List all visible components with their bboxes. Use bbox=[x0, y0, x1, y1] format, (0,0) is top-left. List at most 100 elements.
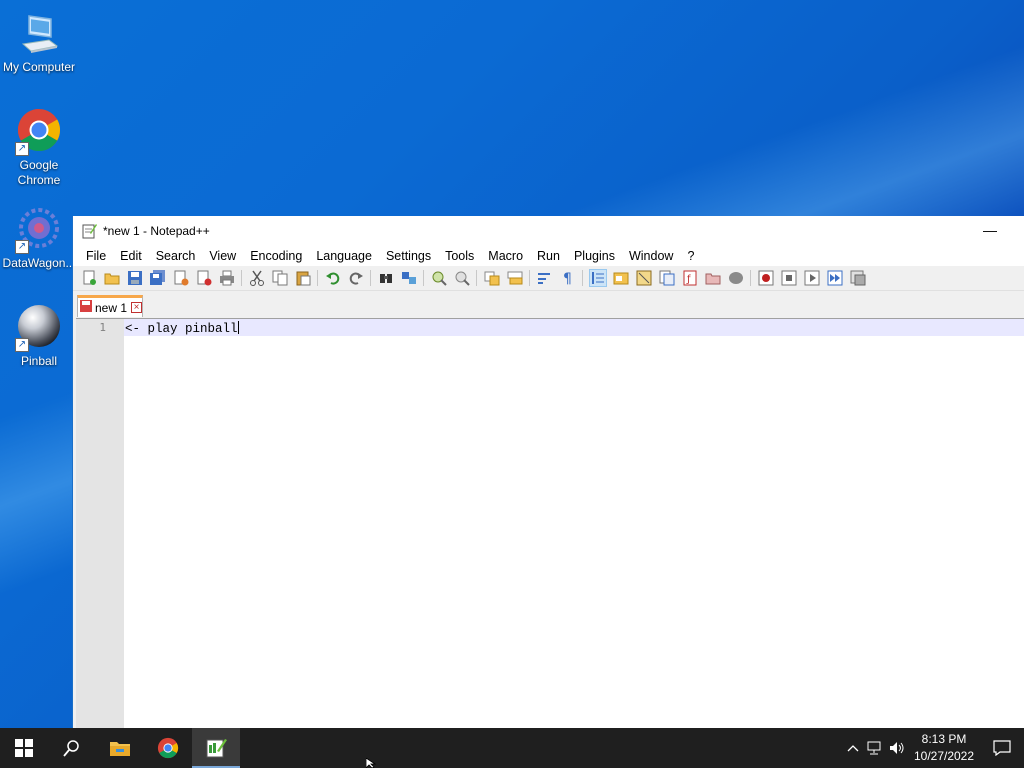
desktop-icon-pinball[interactable]: ↗ Pinball bbox=[0, 304, 78, 369]
search-icon bbox=[63, 740, 79, 757]
shortcut-arrow-icon: ↗ bbox=[15, 338, 29, 352]
toolbar-separator bbox=[241, 270, 242, 286]
save-macro-icon[interactable] bbox=[849, 269, 867, 287]
record-macro-icon[interactable] bbox=[757, 269, 775, 287]
editor[interactable]: 1 <- play pinball bbox=[76, 318, 1024, 729]
file-explorer-button[interactable] bbox=[96, 728, 144, 768]
close-all-icon[interactable] bbox=[195, 269, 213, 287]
find-icon[interactable] bbox=[377, 269, 395, 287]
menu-bar: File Edit Search View Encoding Language … bbox=[73, 246, 1024, 266]
start-button[interactable] bbox=[0, 728, 48, 768]
toolbar-separator bbox=[370, 270, 371, 286]
desktop-icon-my-computer[interactable]: My Computer bbox=[0, 10, 78, 75]
shortcut-arrow-icon: ↗ bbox=[15, 240, 29, 254]
save-icon[interactable] bbox=[126, 269, 144, 287]
menu-encoding[interactable]: Encoding bbox=[243, 249, 309, 263]
clock-time: 8:13 PM bbox=[921, 732, 967, 746]
desktop-icon-google-chrome[interactable]: ↗ Google Chrome bbox=[0, 108, 78, 188]
word-wrap-icon[interactable] bbox=[536, 269, 554, 287]
indent-guide-icon[interactable] bbox=[588, 269, 607, 287]
volume-icon[interactable] bbox=[886, 728, 908, 768]
folder-workspace-icon[interactable]: ƒ bbox=[681, 269, 699, 287]
menu-language[interactable]: Language bbox=[309, 249, 379, 263]
desktop-icon-label: DataWagon... bbox=[2, 256, 76, 270]
mouse-cursor-icon bbox=[366, 758, 376, 768]
minimize-button[interactable]: — bbox=[983, 222, 997, 238]
function-list-icon[interactable] bbox=[658, 269, 676, 287]
window-title: *new 1 - Notepad++ bbox=[103, 224, 210, 238]
svg-text:ƒ: ƒ bbox=[686, 274, 691, 285]
svg-text:¶: ¶ bbox=[563, 271, 572, 286]
menu-file[interactable]: File bbox=[79, 249, 113, 263]
desktop-icon-label: Pinball bbox=[20, 354, 58, 368]
desktop-icon-label: Google Chrome bbox=[17, 158, 61, 187]
menu-help[interactable]: ? bbox=[680, 249, 701, 263]
save-all-icon[interactable] bbox=[149, 269, 167, 287]
desktop-icon-label: My Computer bbox=[2, 60, 76, 74]
line-number: 1 bbox=[99, 321, 106, 334]
chrome-taskbar-button[interactable] bbox=[144, 728, 192, 768]
run-macro-multiple-icon[interactable] bbox=[826, 269, 844, 287]
notification-center-button[interactable] bbox=[980, 728, 1024, 768]
stop-macro-icon[interactable] bbox=[780, 269, 798, 287]
text-area[interactable]: <- play pinball bbox=[124, 319, 1024, 729]
windows-logo-icon bbox=[15, 739, 33, 757]
computer-icon bbox=[15, 10, 63, 58]
toolbar-separator bbox=[529, 270, 530, 286]
document-map-icon[interactable] bbox=[635, 269, 653, 287]
toolbar-separator bbox=[582, 270, 583, 286]
tab-label: new 1 bbox=[95, 300, 128, 315]
new-file-icon[interactable] bbox=[80, 269, 98, 287]
print-icon[interactable] bbox=[218, 269, 236, 287]
network-icon[interactable] bbox=[864, 728, 886, 768]
redo-icon[interactable] bbox=[347, 269, 365, 287]
close-tab-icon[interactable]: × bbox=[131, 302, 143, 313]
close-file-icon[interactable] bbox=[172, 269, 190, 287]
chrome-icon: ↗ bbox=[15, 108, 63, 156]
zoom-in-icon[interactable] bbox=[430, 269, 448, 287]
show-hidden-icons-chevron-icon[interactable] bbox=[842, 728, 864, 768]
line-text: <- play pinball bbox=[125, 322, 238, 336]
desktop-icon-datawagon[interactable]: ↗ DataWagon... bbox=[0, 206, 78, 271]
clock[interactable]: 8:13 PM 10/27/2022 bbox=[908, 731, 980, 765]
toolbar-separator bbox=[476, 270, 477, 286]
pinball-icon: ↗ bbox=[15, 304, 63, 352]
user-language-icon[interactable] bbox=[612, 269, 630, 287]
notepad-plus-plus-window: *new 1 - Notepad++ — File Edit Search Vi… bbox=[72, 216, 1024, 729]
title-bar[interactable]: *new 1 - Notepad++ — bbox=[73, 216, 1024, 246]
show-all-chars-icon[interactable]: ¶ bbox=[559, 269, 577, 287]
play-macro-icon[interactable] bbox=[803, 269, 821, 287]
replace-icon[interactable] bbox=[400, 269, 418, 287]
folder-icon bbox=[110, 742, 130, 756]
search-button[interactable] bbox=[48, 728, 96, 768]
menu-run[interactable]: Run bbox=[530, 249, 567, 263]
monitoring-icon[interactable] bbox=[727, 269, 745, 287]
sync-vertical-icon[interactable] bbox=[483, 269, 501, 287]
zoom-out-icon[interactable] bbox=[453, 269, 471, 287]
notepad-plus-plus-taskbar-button[interactable] bbox=[192, 728, 240, 768]
paste-icon[interactable] bbox=[294, 269, 312, 287]
system-tray: 8:13 PM 10/27/2022 bbox=[842, 728, 1024, 768]
toolbar-separator bbox=[423, 270, 424, 286]
menu-view[interactable]: View bbox=[202, 249, 243, 263]
cut-icon[interactable] bbox=[248, 269, 266, 287]
datawagon-icon: ↗ bbox=[15, 206, 63, 254]
tab-new-1[interactable]: new 1 × bbox=[77, 295, 143, 317]
code-line: <- play pinball bbox=[125, 321, 239, 336]
undo-icon[interactable] bbox=[324, 269, 342, 287]
copy-icon[interactable] bbox=[271, 269, 289, 287]
menu-window[interactable]: Window bbox=[622, 249, 680, 263]
sync-horizontal-icon[interactable] bbox=[506, 269, 524, 287]
menu-tools[interactable]: Tools bbox=[438, 249, 481, 263]
toolbar-separator bbox=[750, 270, 751, 286]
current-line-highlight bbox=[124, 319, 1024, 336]
toolbar-separator bbox=[317, 270, 318, 286]
menu-edit[interactable]: Edit bbox=[113, 249, 149, 263]
folder-icon[interactable] bbox=[704, 269, 722, 287]
menu-search[interactable]: Search bbox=[149, 249, 203, 263]
open-file-icon[interactable] bbox=[103, 269, 121, 287]
menu-macro[interactable]: Macro bbox=[481, 249, 530, 263]
menu-plugins[interactable]: Plugins bbox=[567, 249, 622, 263]
line-number-gutter: 1 bbox=[76, 319, 124, 729]
menu-settings[interactable]: Settings bbox=[379, 249, 438, 263]
